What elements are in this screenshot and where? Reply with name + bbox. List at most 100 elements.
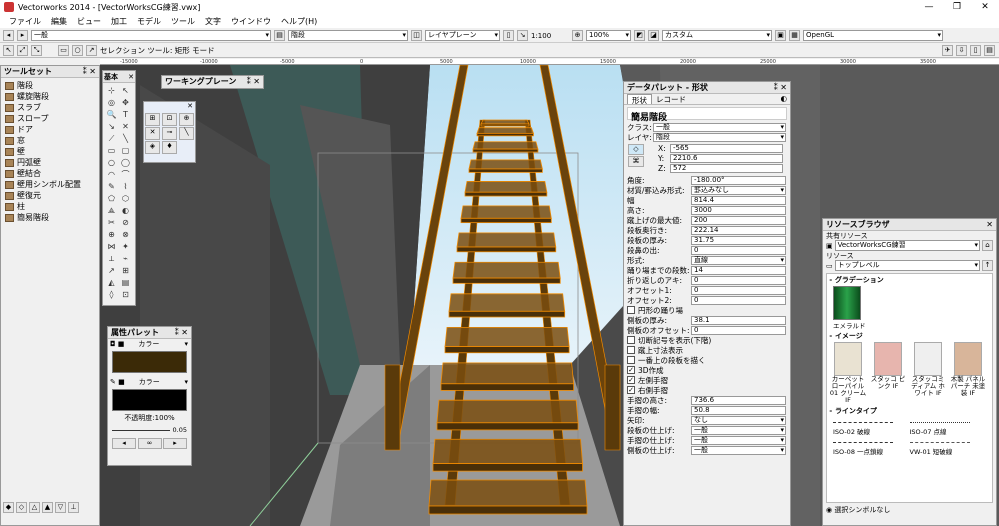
home-icon[interactable]: ⌂: [982, 240, 993, 251]
gradient-section-header[interactable]: ⁃ グラデーション: [827, 274, 992, 286]
chevron-down-icon[interactable]: ▾: [184, 378, 188, 386]
checkmark-icon[interactable]: ✓: [627, 376, 635, 384]
lasso-mode-icon[interactable]: ○: [72, 45, 83, 56]
up-folder-icon[interactable]: ↑: [982, 260, 993, 271]
parameter-field[interactable]: 直線: [691, 255, 786, 265]
tool-wall-join[interactable]: 壁結合: [1, 168, 99, 179]
z-field[interactable]: 572: [670, 163, 783, 173]
render-icon-1[interactable]: ▣: [775, 30, 786, 41]
checkbox[interactable]: [627, 356, 635, 364]
option-checkbox[interactable]: 切断記号を表示(下階): [624, 335, 790, 345]
menu-text[interactable]: 文字: [200, 16, 226, 27]
x-field[interactable]: -565: [670, 143, 783, 153]
pen-row[interactable]: ✎ ■ カラー ▾: [108, 377, 191, 387]
folder-select[interactable]: トップレベル: [834, 260, 980, 271]
minimize-button[interactable]: —: [915, 0, 943, 14]
maximize-button[interactable]: ❐: [943, 0, 971, 14]
basic-tool-icon[interactable]: ✦: [119, 241, 132, 252]
basic-tool-icon[interactable]: ▤: [119, 277, 132, 288]
class-select[interactable]: 一般: [653, 122, 786, 132]
linetype-item[interactable]: ISO-08 一点鎖線: [833, 442, 910, 456]
menu-tools[interactable]: ツール: [166, 16, 200, 27]
basic-tool-icon[interactable]: ◠: [105, 169, 118, 180]
close-icon[interactable]: ✕: [144, 102, 195, 112]
snap-icon-1[interactable]: ⤢: [17, 45, 28, 56]
parameter-field[interactable]: 0: [691, 295, 786, 305]
sheet-icon[interactable]: ▤: [984, 45, 995, 56]
basic-tool-icon[interactable]: ▭: [105, 145, 118, 156]
basic-tool-icon[interactable]: ✥: [119, 97, 132, 108]
wp-tool-8-icon[interactable]: ♦: [162, 141, 177, 154]
snap-icon-2[interactable]: ⤡: [31, 45, 42, 56]
basic-tool-icon[interactable]: ◭: [105, 277, 118, 288]
pointer-icon[interactable]: ↖: [3, 45, 14, 56]
view-icon-1[interactable]: ◩: [634, 30, 645, 41]
basic-tool-icon[interactable]: ⟁: [105, 205, 118, 216]
toolset-tab-3-icon[interactable]: △: [29, 502, 40, 513]
basic-tool-icon[interactable]: ⟋: [105, 133, 118, 144]
tab-shape[interactable]: 形状: [627, 94, 652, 105]
basic-tool-icon[interactable]: ⬠: [105, 193, 118, 204]
tool-stair[interactable]: 階段: [1, 80, 99, 91]
menu-model[interactable]: モデル: [132, 16, 166, 27]
flyover-icon[interactable]: ✈: [942, 45, 953, 56]
plane-select[interactable]: レイヤプレーン: [425, 30, 500, 41]
image-resource-item[interactable]: カーペット ローパイル 01 クリーム IF: [829, 342, 867, 404]
link-icon[interactable]: ⌘: [628, 156, 644, 167]
basic-tool-icon[interactable]: ⬡: [119, 193, 132, 204]
parameter-field[interactable]: 一般: [691, 445, 786, 455]
basic-tool-icon[interactable]: ◐: [119, 205, 132, 216]
parameter-field[interactable]: 0: [691, 245, 786, 255]
menu-modify[interactable]: 加工: [106, 16, 132, 27]
wp-tool-5-icon[interactable]: ⊸: [162, 127, 177, 140]
layer-select[interactable]: 階段: [288, 30, 408, 41]
palette-menu-icon[interactable]: ◐: [780, 94, 787, 104]
basic-tool-icon[interactable]: ✂: [105, 217, 118, 228]
basic-tool-icon[interactable]: ╲: [119, 133, 132, 144]
wp-tool-7-icon[interactable]: ◈: [145, 141, 160, 154]
parameter-field[interactable]: 200: [691, 215, 786, 225]
close-icon[interactable]: ⁑ ✕: [774, 82, 787, 94]
basic-tool-icon[interactable]: ↗: [105, 265, 118, 276]
fill-row[interactable]: ◘ ■ カラー ▾: [108, 339, 191, 349]
basic-tool-icon[interactable]: 🔍: [105, 109, 118, 120]
parameter-field[interactable]: 50.8: [691, 405, 786, 415]
parameter-field[interactable]: 222.14: [691, 225, 786, 235]
checkbox[interactable]: [627, 336, 635, 344]
parameter-field[interactable]: 0: [691, 275, 786, 285]
rect-mode-icon[interactable]: ▭: [58, 45, 69, 56]
zoom-icon[interactable]: ⊕: [572, 30, 583, 41]
basic-tool-icon[interactable]: ⌁: [119, 253, 132, 264]
circular-landing-check[interactable]: 円形の踊り場: [624, 305, 790, 315]
basic-tool-icon[interactable]: ◊: [105, 289, 118, 300]
close-icon[interactable]: ⁑ ✕: [175, 327, 188, 339]
tool-slab[interactable]: スラブ: [1, 102, 99, 113]
render-select[interactable]: OpenGL: [803, 30, 943, 41]
close-button[interactable]: ✕: [971, 0, 999, 14]
close-icon[interactable]: ⁑ ✕: [83, 66, 96, 78]
tool-column[interactable]: 柱: [1, 201, 99, 212]
wp-tool-6-icon[interactable]: ╲: [179, 127, 194, 140]
option-checkbox[interactable]: 一番上の段板を描く: [624, 355, 790, 365]
zoom-select[interactable]: 100%: [586, 30, 631, 41]
file-select[interactable]: VectorWorksCG練習: [834, 240, 980, 251]
view-select[interactable]: カスタム: [662, 30, 772, 41]
basic-tool-icon[interactable]: ✎: [105, 181, 118, 192]
layer-select[interactable]: 階段: [653, 132, 786, 142]
parameter-field[interactable]: 0: [691, 285, 786, 295]
tool-wall-restore[interactable]: 壁復元: [1, 190, 99, 201]
class-select[interactable]: 一般: [31, 30, 271, 41]
gradient-item[interactable]: エメラルド: [827, 286, 992, 330]
menu-window[interactable]: ウインドウ: [226, 16, 276, 27]
toolset-tab-2-icon[interactable]: ◇: [16, 502, 27, 513]
basic-tool-icon[interactable]: ✕: [119, 121, 132, 132]
image-resource-item[interactable]: スタッコ ピンク IF: [869, 342, 907, 404]
option-checkbox[interactable]: 蹴上寸法表示: [624, 345, 790, 355]
fill-color-swatch[interactable]: [112, 351, 187, 373]
arrow-end-button[interactable]: ▸: [163, 438, 187, 449]
parameter-field[interactable]: 14: [691, 265, 786, 275]
single-mode-icon[interactable]: ↗: [86, 45, 97, 56]
tool-wall-symbol[interactable]: 壁用シンボル配置: [1, 179, 99, 190]
view-icon-2[interactable]: ◪: [648, 30, 659, 41]
parameter-field[interactable]: なし: [691, 415, 786, 425]
